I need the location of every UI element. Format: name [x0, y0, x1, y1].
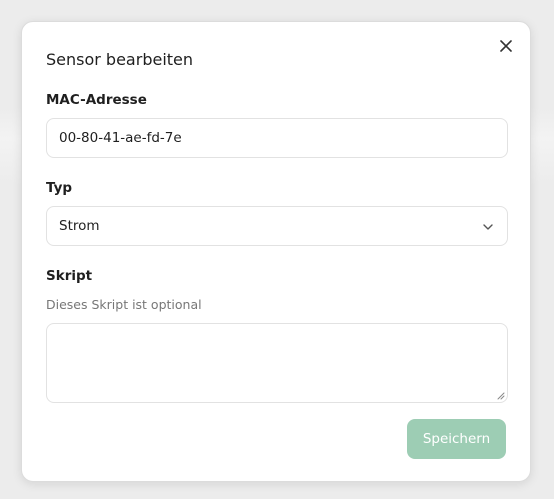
resize-handle-icon[interactable] [495, 390, 505, 400]
dialog-title: Sensor bearbeiten [46, 50, 194, 69]
save-button[interactable]: Speichern [407, 419, 506, 459]
close-button[interactable] [496, 36, 516, 56]
mac-address-input[interactable]: 00-80-41-ae-fd-7e [46, 118, 508, 158]
edit-sensor-dialog: Sensor bearbeiten MAC-Adresse 00-80-41-a… [21, 21, 531, 482]
mac-address-label: MAC-Adresse [46, 92, 147, 108]
chevron-down-icon [483, 224, 493, 230]
close-icon [500, 40, 512, 52]
mac-address-value: 00-80-41-ae-fd-7e [59, 130, 182, 146]
script-textarea[interactable] [46, 323, 508, 403]
type-label: Typ [46, 180, 73, 196]
type-select[interactable]: Strom [46, 206, 508, 246]
script-label: Skript [46, 268, 93, 284]
type-selected-value: Strom [59, 218, 100, 234]
script-hint: Dieses Skript ist optional [46, 297, 202, 312]
